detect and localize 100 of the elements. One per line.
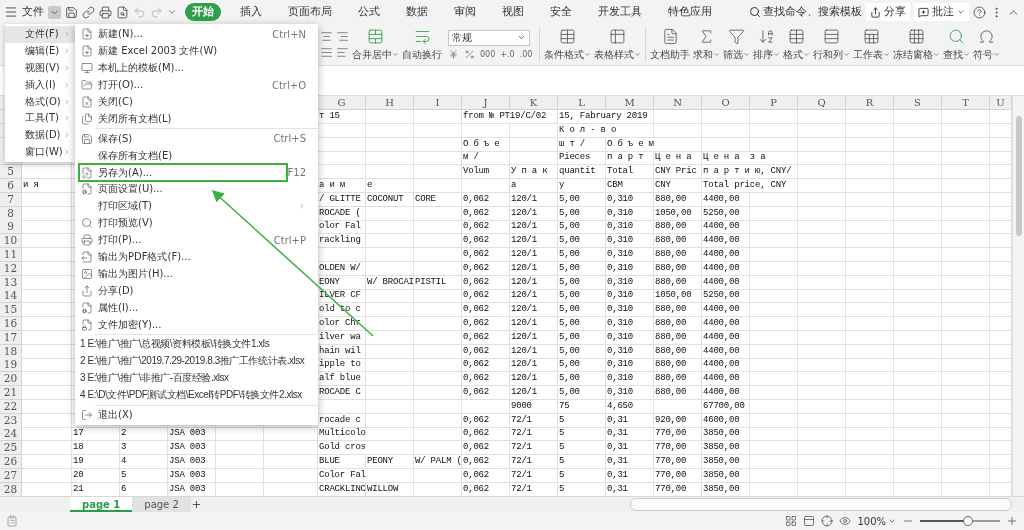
table-cell: 4400,00 [702,385,750,400]
table-cell: 880,00 [654,330,702,345]
table-cell: 1050,00 [654,206,702,221]
table-cell: 0,310 [606,385,654,400]
table-cell: 4400,00 [702,234,750,249]
table-cell: п а р т [606,151,654,166]
table-cell: 0,062 [462,289,510,304]
table-cell: 120/1 [510,275,558,290]
table-cell: 120/1 [510,344,558,359]
table-cell: 4400,00 [702,344,750,359]
table-cell: 0,062 [462,220,510,235]
table-cell: е [366,179,414,193]
table-cell: 880,00 [654,372,702,387]
table-cell: 0,310 [606,372,654,387]
table-cell: Pieces [558,151,606,166]
table-cell: CNY [654,179,702,193]
table-cell: 72/1 [510,441,558,456]
table-cell: 18 [72,441,120,456]
table-cell: и я [22,179,72,193]
table-cell: 4400,00 [702,303,750,318]
table-cell: 5,00 [558,289,606,304]
table-cell: COCONUT [366,192,414,207]
table-cell: from № PT19/C/02 [462,110,558,124]
menu-label: 窗口(W) [25,144,63,159]
table-cell: 120/1 [510,358,558,373]
table-cell: м / [462,151,510,166]
table-cell: 5 [558,441,606,456]
table-cell: 5,00 [558,247,606,262]
table-cell: Color Fal [318,468,414,483]
table-cell: 1050,00 [654,289,702,304]
table-cell: 0,062 [462,192,510,207]
table-cell: 770,00 [654,441,702,456]
table-cell: 920,00 [654,413,702,428]
table-cell: 4400,00 [702,316,750,331]
table-cell: 880,00 [654,234,702,249]
table-cell: 120/1 [510,289,558,304]
table-cell: 5,00 [558,275,606,290]
table-cell: 880,00 [654,344,702,359]
table-cell: 0,31 [606,454,654,469]
table-cell: 770,00 [654,454,702,469]
table-cell: 120/1 [510,192,558,207]
table-cell: 0,31 [606,441,654,456]
table-cell: 0,310 [606,303,654,318]
table-cell: 72/1 [510,454,558,469]
table-cell: 5,00 [558,330,606,345]
table-cell: 4 [120,454,168,469]
table-cell: CBM [606,179,654,193]
table-cell: 4400,00 [702,330,750,345]
table-cell: W/ BROCAI [366,275,414,290]
table-cell: 0,062 [462,330,510,345]
table-cell: О б ъ е м [606,137,702,152]
table-cell: 0,062 [462,261,510,276]
menu-label: 工具(T) [25,111,59,126]
table-cell: 120/1 [510,206,558,221]
table-cell: 880,00 [654,247,702,262]
table-cell: 4400,00 [702,220,750,235]
table-cell: 0,062 [462,234,510,249]
menu-label: 视图(V) [25,61,60,75]
table-cell: 0,310 [606,234,654,249]
table-cell: 5 [120,468,168,483]
table-cell: Volum [462,165,510,180]
table-cell: JSA 003 [168,468,216,483]
table-cell: 880,00 [654,316,702,331]
table-cell: 4400,00 [702,372,750,387]
table-cell: 5250,00 [702,206,750,221]
table-cell: 880,00 [654,358,702,373]
table-cell: 120/1 [510,303,558,318]
menu-label: 格式(O) [25,94,61,109]
table-cell: 2 [120,427,168,442]
table-cell: 4600,00 [702,413,750,428]
table-cell: 4400,00 [702,192,750,207]
table-cell: Gold cros [318,441,414,456]
table-cell: 0,310 [606,247,654,262]
table-cell: 0,062 [462,303,510,318]
table-cell: 0,310 [606,220,654,235]
table-cell: К о л - в о [558,123,654,138]
table-cell: 0,062 [462,441,510,456]
table-cell: 4400,00 [702,261,750,276]
table-cell: 880,00 [654,261,702,276]
table-cell: Ц е н а з а [702,151,798,166]
table-cell: 0,31 [606,413,654,428]
table-cell: W/ PALM ( [414,454,462,469]
table-cell: 4,650 [606,399,654,414]
table-cell: 72/1 [510,468,558,483]
table-cell: 880,00 [654,385,702,400]
table-cell: 0,062 [462,275,510,290]
table-cell: PISTIL [414,275,462,290]
table-cell: BLUE [318,454,366,469]
table-cell: 72/1 [510,413,558,428]
table-cell: Total price, CNY [702,179,798,193]
table-cell: 0,062 [462,372,510,387]
table-cell: 880,00 [654,192,702,207]
menu-label: 数据(D) [25,128,61,143]
table-cell: 75 [558,399,606,414]
table-cell: 770,00 [654,468,702,483]
table-cell: 120/1 [510,372,558,387]
table-cell: CORE [414,192,462,207]
table-cell: 0,062 [462,468,510,483]
table-cell: Total [606,165,654,180]
table-cell: 5 [558,468,606,483]
